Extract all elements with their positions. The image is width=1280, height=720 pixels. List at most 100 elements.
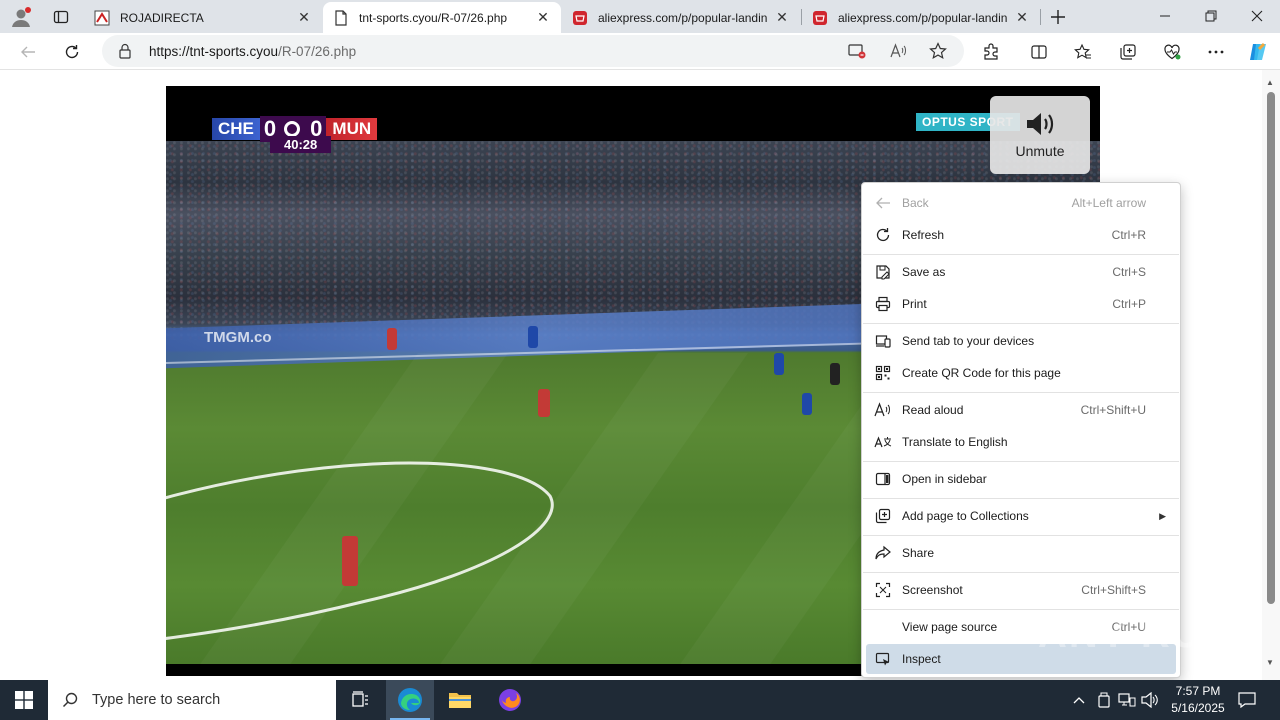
taskbar-clock[interactable]: 7:57 PM 5/16/2025 xyxy=(1160,683,1236,717)
tab-rojadirecta[interactable]: ROJADIRECTA ✕ xyxy=(84,2,322,33)
profile-button[interactable] xyxy=(4,3,38,31)
close-window-button[interactable] xyxy=(1234,0,1280,32)
home-team: CHE xyxy=(212,118,260,140)
menu-item-back[interactable]: Back Alt+Left arrow xyxy=(866,188,1176,218)
inspect-icon xyxy=(874,650,892,668)
extensions-button[interactable] xyxy=(976,37,1006,67)
player-blue xyxy=(528,326,538,348)
close-tab-icon[interactable]: ✕ xyxy=(774,9,790,26)
menu-item-share[interactable]: Share xyxy=(866,538,1176,568)
menu-item-send-tab[interactable]: Send tab to your devices xyxy=(866,326,1176,356)
menu-item-shortcut: Ctrl+R xyxy=(1111,228,1146,242)
task-view-icon xyxy=(352,691,368,707)
volume-icon[interactable] xyxy=(1141,691,1159,709)
context-menu: Back Alt+Left arrow Refresh Ctrl+R Save … xyxy=(861,182,1181,678)
scroll-down-icon[interactable]: ▼ xyxy=(1266,658,1274,667)
favorites-icon xyxy=(1074,43,1091,59)
settings-more-button[interactable] xyxy=(1201,37,1231,67)
menu-item-open-in-sidebar[interactable]: Open in sidebar xyxy=(866,464,1176,494)
tab-tnt-sports[interactable]: tnt-sports.cyou/R-07/26.php ✕ xyxy=(323,2,561,33)
menu-item-add-to-collections[interactable]: Add page to Collections ▶ xyxy=(866,501,1176,531)
start-button[interactable] xyxy=(0,680,48,720)
menu-item-label: Share xyxy=(902,546,935,560)
close-tab-icon[interactable]: ✕ xyxy=(535,9,551,26)
menu-item-label: Back xyxy=(902,196,929,210)
copilot-button[interactable] xyxy=(1243,37,1273,67)
show-hidden-icons-chevron-icon[interactable] xyxy=(1070,691,1088,709)
menu-item-qr-code[interactable]: Create QR Code for this page xyxy=(866,358,1176,388)
match-clock: 40:28 xyxy=(270,136,332,153)
menu-item-label: Open in sidebar xyxy=(902,472,987,486)
qr-code-icon xyxy=(874,364,892,382)
taskbar-firefox-button[interactable] xyxy=(486,680,534,720)
address-bar[interactable]: https://tnt-sports.cyou/R-07/26.php xyxy=(102,35,964,67)
heartbeat-icon xyxy=(1164,44,1181,60)
favorite-star-icon[interactable] xyxy=(927,40,949,62)
favorites-button[interactable] xyxy=(1068,37,1098,67)
usb-device-icon[interactable] xyxy=(1095,691,1113,709)
minimize-icon xyxy=(1160,15,1170,17)
sidebar-icon xyxy=(874,470,892,488)
tab-aliexpress-2[interactable]: aliexpress.com/p/popular-landin ✕ xyxy=(802,2,1040,33)
restore-button[interactable] xyxy=(1188,0,1234,32)
taskbar-edge-button[interactable] xyxy=(386,680,434,720)
split-screen-button[interactable] xyxy=(1024,37,1054,67)
read-aloud-icon[interactable] xyxy=(887,40,909,62)
blocked-popup-icon[interactable] xyxy=(846,40,868,62)
browser-toolbar: https://tnt-sports.cyou/R-07/26.php xyxy=(0,33,1280,70)
menu-item-refresh[interactable]: Refresh Ctrl+R xyxy=(866,220,1176,250)
menu-item-screenshot[interactable]: Screenshot Ctrl+Shift+S xyxy=(866,575,1176,605)
back-button[interactable] xyxy=(13,37,43,67)
minimize-button[interactable] xyxy=(1142,0,1188,32)
tab-title: aliexpress.com/p/popular-landin xyxy=(838,10,1008,25)
menu-item-label: Add page to Collections xyxy=(902,509,1029,523)
tab-title: aliexpress.com/p/popular-landin xyxy=(598,10,768,25)
menu-item-save-as[interactable]: Save as Ctrl+S xyxy=(866,257,1176,287)
tab-actions-icon xyxy=(53,10,69,24)
menu-item-label: Refresh xyxy=(902,228,945,242)
url-path: /R-07/26.php xyxy=(278,44,357,59)
taskbar-search-box[interactable]: Type here to search xyxy=(48,680,336,720)
menu-separator xyxy=(863,461,1179,462)
menu-separator xyxy=(863,609,1179,610)
menu-item-print[interactable]: Print Ctrl+P xyxy=(866,289,1176,319)
new-tab-button[interactable] xyxy=(1041,3,1075,31)
url-text[interactable]: https://tnt-sports.cyou/R-07/26.php xyxy=(149,44,356,59)
task-view-button[interactable] xyxy=(336,680,384,720)
menu-item-label: Screenshot xyxy=(902,583,963,597)
refresh-icon xyxy=(874,226,892,244)
taskbar-file-explorer-button[interactable] xyxy=(436,680,484,720)
scrollbar-thumb[interactable] xyxy=(1267,92,1275,604)
close-tab-icon[interactable]: ✕ xyxy=(1014,9,1030,26)
extensions-icon xyxy=(984,43,998,60)
menu-item-read-aloud[interactable]: Read aloud Ctrl+Shift+U xyxy=(866,395,1176,425)
tab-actions-button[interactable] xyxy=(44,3,78,31)
rojadirecta-favicon xyxy=(94,10,110,26)
refresh-button[interactable] xyxy=(57,37,87,67)
network-icon[interactable] xyxy=(1118,691,1136,709)
refresh-icon xyxy=(65,45,79,59)
back-arrow-icon xyxy=(21,46,35,58)
unmute-button[interactable]: Unmute xyxy=(990,96,1090,174)
referee xyxy=(830,363,840,385)
close-tab-icon[interactable]: ✕ xyxy=(296,9,312,26)
page-icon xyxy=(333,9,349,26)
clock-date: 5/16/2025 xyxy=(1171,701,1225,715)
tab-title: ROJADIRECTA xyxy=(120,10,204,25)
notifications-icon[interactable] xyxy=(1238,691,1256,709)
menu-item-label: Translate to English xyxy=(902,435,1008,449)
aliexpress-favicon xyxy=(572,10,588,26)
collections-button[interactable] xyxy=(1113,37,1143,67)
tab-aliexpress-1[interactable]: aliexpress.com/p/popular-landin ✕ xyxy=(562,2,800,33)
plus-icon xyxy=(1051,10,1065,24)
share-icon xyxy=(874,544,892,562)
menu-item-label: Read aloud xyxy=(902,403,964,417)
browser-essentials-button[interactable] xyxy=(1157,37,1187,67)
page-scrollbar[interactable]: ▲ ▼ xyxy=(1262,70,1280,680)
menu-item-label: Create QR Code for this page xyxy=(902,366,1061,380)
lock-icon[interactable] xyxy=(118,43,132,62)
menu-item-translate[interactable]: Translate to English xyxy=(866,427,1176,457)
close-icon xyxy=(1251,10,1263,22)
split-screen-icon xyxy=(1031,45,1047,59)
scroll-up-icon[interactable]: ▲ xyxy=(1266,78,1274,87)
